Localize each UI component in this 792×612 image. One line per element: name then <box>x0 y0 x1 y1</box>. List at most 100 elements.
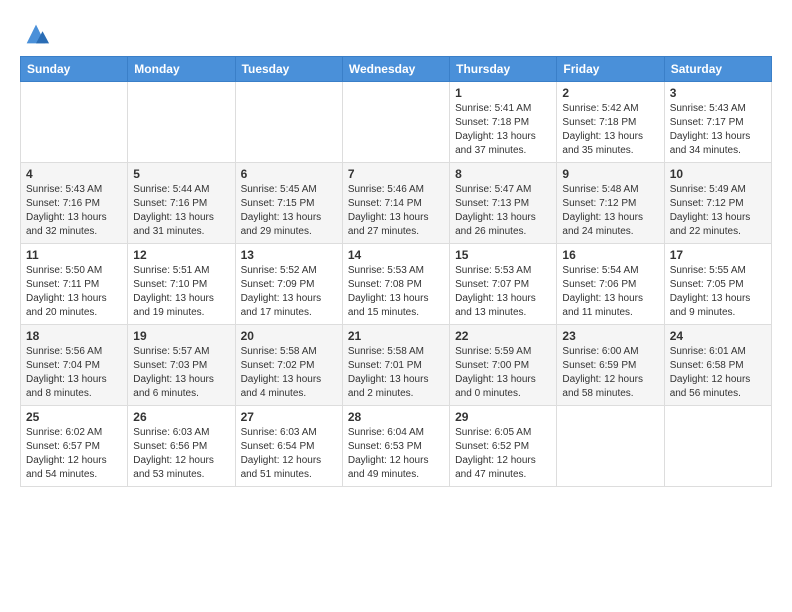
day-number: 9 <box>562 167 658 181</box>
calendar-table: SundayMondayTuesdayWednesdayThursdayFrid… <box>20 56 772 487</box>
calendar-cell: 22 Sunrise: 5:59 AMSunset: 7:00 PMDayligh… <box>450 325 557 406</box>
logo-icon <box>22 20 50 48</box>
calendar-cell: 24Sunrise: 6:01 AMSunset: 6:58 PMDayligh… <box>664 325 771 406</box>
day-number: 19 <box>133 329 229 343</box>
week-row-1: 1 Sunrise: 5:41 AMSunset: 7:18 PMDaylight… <box>21 82 772 163</box>
week-row-5: 25Sunrise: 6:02 AMSunset: 6:57 PMDayligh… <box>21 406 772 487</box>
logo <box>20 20 50 48</box>
weekday-header-tuesday: Tuesday <box>235 57 342 82</box>
calendar-cell: 23 Sunrise: 6:00 AMSunset: 6:59 PMDayligh… <box>557 325 664 406</box>
day-number: 15 <box>455 248 551 262</box>
calendar-cell: 28 Sunrise: 6:04 AMSunset: 6:53 PMDayligh… <box>342 406 449 487</box>
calendar-cell: 4 Sunrise: 5:43 AMSunset: 7:16 PMDaylight… <box>21 163 128 244</box>
day-number: 28 <box>348 410 444 424</box>
day-info: Sunrise: 5:59 AMSunset: 7:00 PMDaylight:… <box>455 345 551 401</box>
day-info: Sunrise: 5:55 AMSunset: 7:05 PMDaylight:… <box>670 264 766 320</box>
day-info: Sunrise: 5:42 AMSunset: 7:18 PMDaylight:… <box>562 102 658 158</box>
weekday-header-thursday: Thursday <box>450 57 557 82</box>
day-info: Sunrise: 6:03 AMSunset: 6:54 PMDaylight:… <box>241 426 337 482</box>
day-info: Sunrise: 5:57 AMSunset: 7:03 PMDaylight:… <box>133 345 229 401</box>
day-info: Sunrise: 5:43 AMSunset: 7:16 PMDaylight:… <box>26 183 122 239</box>
page: SundayMondayTuesdayWednesdayThursdayFrid… <box>0 0 792 612</box>
day-number: 2 <box>562 86 658 100</box>
calendar-cell: 7 Sunrise: 5:46 AMSunset: 7:14 PMDaylight… <box>342 163 449 244</box>
day-number: 16 <box>562 248 658 262</box>
calendar-cell: 10Sunrise: 5:49 AMSunset: 7:12 PMDayligh… <box>664 163 771 244</box>
weekday-header-sunday: Sunday <box>21 57 128 82</box>
day-info: Sunrise: 6:03 AMSunset: 6:56 PMDaylight:… <box>133 426 229 482</box>
day-number: 12 <box>133 248 229 262</box>
day-info: Sunrise: 5:49 AMSunset: 7:12 PMDaylight:… <box>670 183 766 239</box>
day-number: 4 <box>26 167 122 181</box>
day-info: Sunrise: 5:52 AMSunset: 7:09 PMDaylight:… <box>241 264 337 320</box>
day-number: 26 <box>133 410 229 424</box>
calendar-cell: 21 Sunrise: 5:58 AMSunset: 7:01 PMDayligh… <box>342 325 449 406</box>
day-info: Sunrise: 5:53 AMSunset: 7:08 PMDaylight:… <box>348 264 444 320</box>
calendar-cell: 8 Sunrise: 5:47 AMSunset: 7:13 PMDaylight… <box>450 163 557 244</box>
day-info: Sunrise: 6:02 AMSunset: 6:57 PMDaylight:… <box>26 426 122 482</box>
calendar-cell: 9 Sunrise: 5:48 AMSunset: 7:12 PMDaylight… <box>557 163 664 244</box>
day-number: 18 <box>26 329 122 343</box>
calendar-cell: 27 Sunrise: 6:03 AMSunset: 6:54 PMDayligh… <box>235 406 342 487</box>
day-info: Sunrise: 5:53 AMSunset: 7:07 PMDaylight:… <box>455 264 551 320</box>
calendar-cell: 26 Sunrise: 6:03 AMSunset: 6:56 PMDayligh… <box>128 406 235 487</box>
day-number: 3 <box>670 86 766 100</box>
calendar-cell: 5 Sunrise: 5:44 AMSunset: 7:16 PMDaylight… <box>128 163 235 244</box>
day-info: Sunrise: 6:04 AMSunset: 6:53 PMDaylight:… <box>348 426 444 482</box>
day-info: Sunrise: 5:45 AMSunset: 7:15 PMDaylight:… <box>241 183 337 239</box>
calendar-cell: 20Sunrise: 5:58 AMSunset: 7:02 PMDayligh… <box>235 325 342 406</box>
day-number: 6 <box>241 167 337 181</box>
week-row-4: 18 Sunrise: 5:56 AMSunset: 7:04 PMDayligh… <box>21 325 772 406</box>
calendar-cell: 25Sunrise: 6:02 AMSunset: 6:57 PMDayligh… <box>21 406 128 487</box>
day-number: 22 <box>455 329 551 343</box>
calendar-cell: 11 Sunrise: 5:50 AMSunset: 7:11 PMDayligh… <box>21 244 128 325</box>
day-info: Sunrise: 5:50 AMSunset: 7:11 PMDaylight:… <box>26 264 122 320</box>
day-number: 29 <box>455 410 551 424</box>
calendar-cell: 14 Sunrise: 5:53 AMSunset: 7:08 PMDayligh… <box>342 244 449 325</box>
day-info: Sunrise: 5:48 AMSunset: 7:12 PMDaylight:… <box>562 183 658 239</box>
calendar-cell: 19 Sunrise: 5:57 AMSunset: 7:03 PMDayligh… <box>128 325 235 406</box>
weekday-header-monday: Monday <box>128 57 235 82</box>
calendar-cell: 29 Sunrise: 6:05 AMSunset: 6:52 PMDayligh… <box>450 406 557 487</box>
title-block <box>50 16 772 18</box>
day-info: Sunrise: 5:46 AMSunset: 7:14 PMDaylight:… <box>348 183 444 239</box>
calendar-cell: 13 Sunrise: 5:52 AMSunset: 7:09 PMDayligh… <box>235 244 342 325</box>
day-info: Sunrise: 5:43 AMSunset: 7:17 PMDaylight:… <box>670 102 766 158</box>
day-number: 8 <box>455 167 551 181</box>
day-number: 11 <box>26 248 122 262</box>
day-number: 27 <box>241 410 337 424</box>
day-number: 24 <box>670 329 766 343</box>
header <box>20 16 772 48</box>
calendar-cell: 3 Sunrise: 5:43 AMSunset: 7:17 PMDaylight… <box>664 82 771 163</box>
calendar-cell: 1 Sunrise: 5:41 AMSunset: 7:18 PMDaylight… <box>450 82 557 163</box>
calendar-cell: 12 Sunrise: 5:51 AMSunset: 7:10 PMDayligh… <box>128 244 235 325</box>
calendar-cell: 18 Sunrise: 5:56 AMSunset: 7:04 PMDayligh… <box>21 325 128 406</box>
day-info: Sunrise: 6:05 AMSunset: 6:52 PMDaylight:… <box>455 426 551 482</box>
calendar-cell <box>128 82 235 163</box>
day-info: Sunrise: 5:51 AMSunset: 7:10 PMDaylight:… <box>133 264 229 320</box>
weekday-header-row: SundayMondayTuesdayWednesdayThursdayFrid… <box>21 57 772 82</box>
day-number: 1 <box>455 86 551 100</box>
calendar-cell <box>21 82 128 163</box>
day-info: Sunrise: 5:47 AMSunset: 7:13 PMDaylight:… <box>455 183 551 239</box>
week-row-2: 4 Sunrise: 5:43 AMSunset: 7:16 PMDaylight… <box>21 163 772 244</box>
calendar-cell <box>557 406 664 487</box>
day-number: 21 <box>348 329 444 343</box>
weekday-header-saturday: Saturday <box>664 57 771 82</box>
day-info: Sunrise: 5:58 AMSunset: 7:01 PMDaylight:… <box>348 345 444 401</box>
day-number: 14 <box>348 248 444 262</box>
day-number: 17 <box>670 248 766 262</box>
day-number: 13 <box>241 248 337 262</box>
calendar-cell <box>342 82 449 163</box>
day-number: 7 <box>348 167 444 181</box>
day-number: 5 <box>133 167 229 181</box>
week-row-3: 11 Sunrise: 5:50 AMSunset: 7:11 PMDayligh… <box>21 244 772 325</box>
day-number: 20 <box>241 329 337 343</box>
day-info: Sunrise: 5:56 AMSunset: 7:04 PMDaylight:… <box>26 345 122 401</box>
calendar-cell <box>235 82 342 163</box>
day-info: Sunrise: 5:44 AMSunset: 7:16 PMDaylight:… <box>133 183 229 239</box>
day-info: Sunrise: 6:00 AMSunset: 6:59 PMDaylight:… <box>562 345 658 401</box>
day-number: 23 <box>562 329 658 343</box>
weekday-header-friday: Friday <box>557 57 664 82</box>
day-info: Sunrise: 5:41 AMSunset: 7:18 PMDaylight:… <box>455 102 551 158</box>
